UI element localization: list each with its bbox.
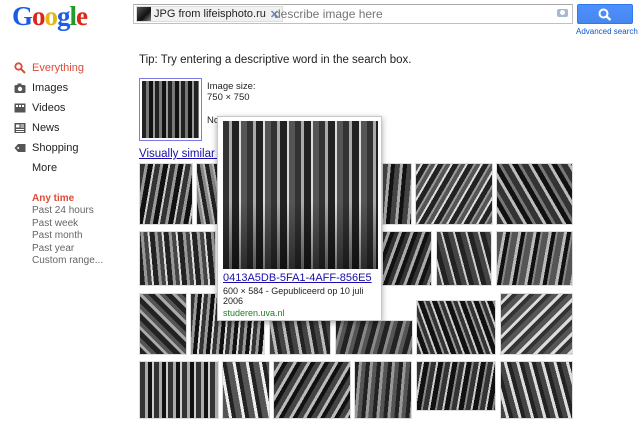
image-preview-popup[interactable]: 0413A5DB-5FA1-4AFF-856E5 600 × 584 - Gep… xyxy=(217,116,382,321)
image-result[interactable] xyxy=(500,293,573,355)
logo-letter: o xyxy=(32,1,45,31)
visually-similar-link[interactable]: Visually similar in xyxy=(139,148,227,160)
query-image xyxy=(142,81,199,138)
search-box[interactable]: JPG from lifeisphoto.ru ✕ xyxy=(133,4,573,24)
chip-thumbnail xyxy=(137,7,151,21)
logo-letter: G xyxy=(12,1,33,31)
tip-text: Tip: Try entering a descriptive word in … xyxy=(139,54,412,66)
image-result[interactable] xyxy=(416,300,496,355)
sidebar-item-label: Videos xyxy=(32,102,66,114)
image-result[interactable] xyxy=(415,163,493,225)
time-filter-option[interactable]: Past year xyxy=(32,243,124,256)
image-result[interactable] xyxy=(335,320,413,355)
image-result[interactable] xyxy=(222,361,270,419)
image-result[interactable] xyxy=(382,163,412,225)
time-filter-option[interactable]: Past 24 hours xyxy=(32,205,124,218)
image-result[interactable] xyxy=(139,293,187,355)
image-result[interactable] xyxy=(500,361,573,419)
sidebar-item-images[interactable]: Images xyxy=(14,78,124,98)
logo-letter: o xyxy=(44,1,58,31)
sidebar-item-label: Shopping xyxy=(32,142,79,154)
image-result[interactable] xyxy=(496,163,573,225)
film-icon xyxy=(14,103,26,113)
search-button[interactable] xyxy=(577,4,633,24)
news-icon xyxy=(14,123,26,133)
image-result[interactable] xyxy=(382,231,432,286)
image-result[interactable] xyxy=(269,320,331,355)
image-result[interactable] xyxy=(416,361,496,411)
image-result[interactable] xyxy=(496,231,573,286)
sidebar: Everything Images Videos News Shopping M… xyxy=(14,58,124,268)
image-result[interactable] xyxy=(139,163,193,225)
camera-icon xyxy=(14,83,26,93)
search-input[interactable] xyxy=(274,7,534,21)
search-icon xyxy=(598,8,612,21)
search-icon xyxy=(14,62,26,74)
logo-letter: g xyxy=(57,1,70,31)
image-result[interactable] xyxy=(139,231,216,286)
sidebar-item-videos[interactable]: Videos xyxy=(14,98,124,118)
time-filter-option[interactable]: Past week xyxy=(32,218,124,231)
camera-icon[interactable] xyxy=(557,9,568,17)
preview-image[interactable] xyxy=(223,121,378,269)
image-result[interactable] xyxy=(273,361,351,419)
sidebar-item-shopping[interactable]: Shopping xyxy=(14,138,124,158)
image-result[interactable] xyxy=(436,231,492,286)
image-query-chip[interactable]: JPG from lifeisphoto.ru ✕ xyxy=(136,6,284,22)
preview-title-link[interactable]: 0413A5DB-5FA1-4AFF-856E5 xyxy=(223,272,372,284)
tag-icon xyxy=(14,144,26,152)
image-size-label: Image size: xyxy=(207,81,256,92)
image-result[interactable] xyxy=(354,361,412,419)
image-size-value: 750 × 750 xyxy=(207,92,250,103)
time-filter-option[interactable]: Past month xyxy=(32,230,124,243)
sidebar-item-everything[interactable]: Everything xyxy=(14,58,124,78)
image-result[interactable] xyxy=(139,361,219,419)
preview-host: studeren.uva.nl xyxy=(223,308,285,318)
preview-meta: 600 × 584 - Gepubliceerd op 10 juli 2006 xyxy=(223,286,364,306)
advanced-search-link[interactable]: Advanced search xyxy=(576,27,638,36)
time-filter-option[interactable]: Custom range... xyxy=(32,255,124,268)
image-size-info: Image size: 750 × 750 xyxy=(207,81,256,103)
logo-letter: e xyxy=(76,1,88,31)
query-image-thumbnail[interactable] xyxy=(139,78,202,141)
image-result[interactable] xyxy=(196,163,218,225)
time-filter-any[interactable]: Any time xyxy=(32,192,124,205)
sidebar-item-label: Everything xyxy=(32,62,84,74)
sidebar-item-news[interactable]: News xyxy=(14,118,124,138)
chip-label: JPG from lifeisphoto.ru xyxy=(154,8,266,20)
sidebar-item-more[interactable]: More xyxy=(14,158,124,178)
google-logo[interactable]: Google xyxy=(12,1,88,31)
sidebar-item-label: Images xyxy=(32,82,69,94)
sidebar-item-label: News xyxy=(32,122,60,134)
time-filters: Any time Past 24 hours Past week Past mo… xyxy=(14,192,124,268)
